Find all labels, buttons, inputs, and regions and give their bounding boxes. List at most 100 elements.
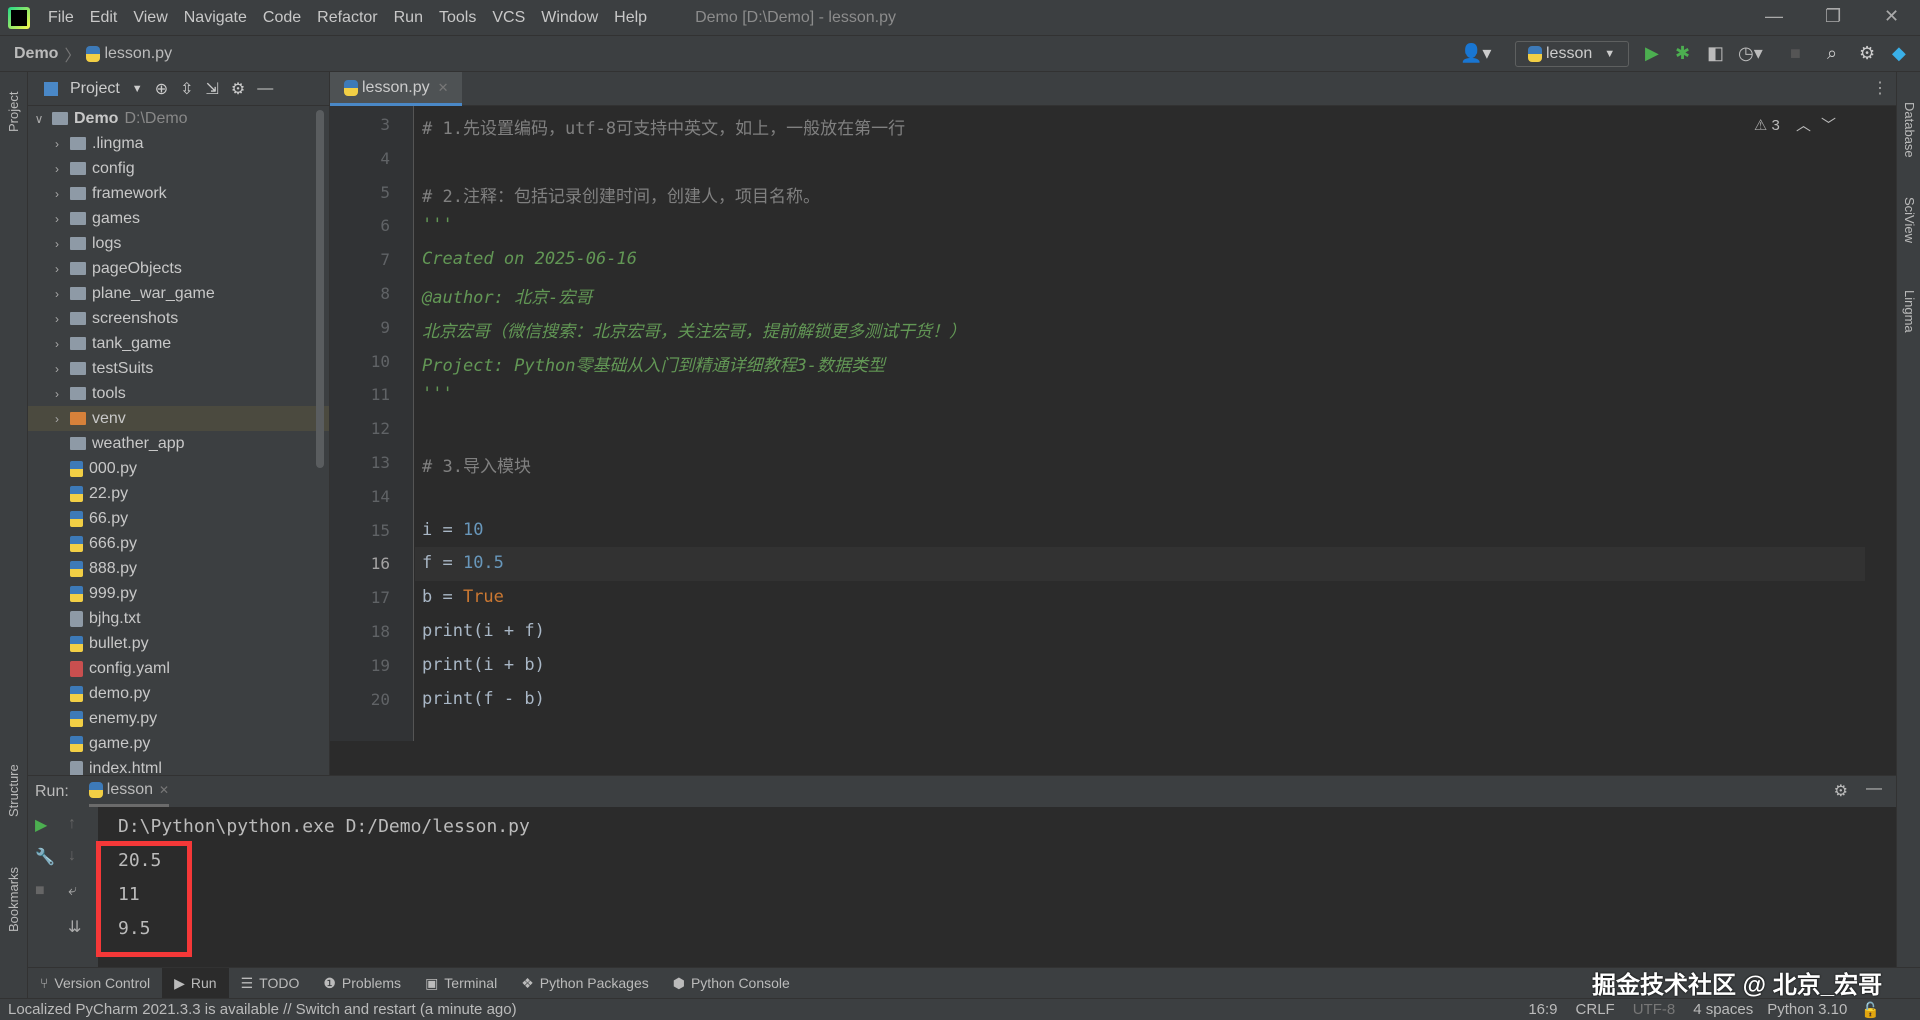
minimize-button[interactable]: — (1765, 6, 1783, 27)
chevron-right-icon[interactable]: › (50, 187, 64, 201)
user-icon[interactable]: 👤▾ (1460, 43, 1491, 64)
sciview-tool-button[interactable]: SciView (1902, 197, 1917, 243)
breadcrumb-file[interactable]: lesson.py (104, 45, 172, 63)
tool-todo[interactable]: ☰ TODO (229, 968, 312, 999)
stop-icon[interactable]: ■ (35, 882, 45, 900)
chevron-right-icon[interactable]: › (50, 162, 64, 176)
project-view-select[interactable]: Project (70, 80, 120, 98)
chevron-right-icon[interactable]: › (50, 387, 64, 401)
chevron-right-icon[interactable]: › (50, 337, 64, 351)
debug-icon[interactable]: ✱ (1675, 43, 1690, 64)
tree-item[interactable]: › games (28, 206, 329, 231)
tool-python-console[interactable]: ⬢ Python Console (661, 968, 802, 999)
menu-refactor[interactable]: Refactor (317, 9, 377, 27)
menu-tools[interactable]: Tools (439, 9, 476, 27)
tree-item[interactable]: › .lingma (28, 131, 329, 156)
tree-item[interactable]: › testSuits (28, 356, 329, 381)
menu-run[interactable]: Run (394, 9, 423, 27)
hide-icon[interactable]: — (1866, 780, 1882, 798)
close-run-tab-icon[interactable]: ✕ (159, 783, 169, 797)
wrench-icon[interactable]: 🔧 (35, 847, 55, 867)
tree-item[interactable]: 66.py (28, 506, 329, 531)
close-button[interactable]: ✕ (1884, 6, 1899, 27)
tree-item[interactable]: game.py (28, 731, 329, 756)
tree-item[interactable]: 000.py (28, 456, 329, 481)
bookmarks-tool-button[interactable]: Bookmarks (6, 867, 21, 932)
tree-item[interactable]: demo.py (28, 681, 329, 706)
chevron-right-icon[interactable]: › (50, 212, 64, 226)
file-encoding[interactable]: UTF-8 (1633, 1001, 1676, 1018)
coverage-icon[interactable]: ◧ (1707, 43, 1724, 64)
collapse-all-icon[interactable]: ⇲ (206, 79, 219, 99)
tree-item[interactable]: config.yaml (28, 656, 329, 681)
run-icon[interactable]: ▶ (1645, 43, 1659, 64)
soft-wrap-icon[interactable]: ⤶ (68, 882, 77, 900)
close-tab-icon[interactable]: ✕ (438, 80, 449, 96)
inspection-widget[interactable]: ⚠ 3 ︿ ﹀ (1754, 114, 1836, 135)
chevron-right-icon[interactable]: › (50, 312, 64, 326)
tree-item[interactable]: weather_app (28, 431, 329, 456)
stop-icon[interactable]: ■ (1790, 43, 1801, 64)
status-message[interactable]: Localized PyCharm 2021.3.3 is available … (8, 1001, 517, 1018)
tree-item[interactable]: › venv (28, 406, 329, 431)
chevron-right-icon[interactable]: › (50, 287, 64, 301)
gear-icon[interactable]: ⚙ (231, 79, 245, 99)
menu-edit[interactable]: Edit (90, 9, 118, 27)
tab-lesson-py[interactable]: lesson.py ✕ (330, 72, 462, 106)
tool-version-control[interactable]: ⑂ Version Control (28, 968, 162, 999)
scroll-to-end-icon[interactable]: ⇊ (68, 917, 81, 937)
chevron-right-icon[interactable]: › (50, 137, 64, 151)
search-icon[interactable]: ⌕ (1827, 43, 1837, 64)
tree-item[interactable]: › pageObjects (28, 256, 329, 281)
lingma-icon[interactable]: ◆ (1892, 43, 1906, 64)
tool-problems[interactable]: ❶ Problems (311, 968, 413, 999)
chevron-right-icon[interactable]: › (50, 362, 64, 376)
tree-item[interactable]: › config (28, 156, 329, 181)
chevron-right-icon[interactable]: › (50, 262, 64, 276)
tree-item[interactable]: › plane_war_game (28, 281, 329, 306)
code-editor[interactable]: 3 4 5 6 7 8 9 10 11 12 13 14 15 16 17 18 19 20 # 1.先设置编码，… (330, 106, 1896, 775)
chevron-right-icon[interactable]: › (50, 237, 64, 251)
tool-terminal[interactable]: ▣ Terminal (413, 968, 509, 999)
gear-icon[interactable]: ⚙ (1834, 781, 1848, 801)
menu-navigate[interactable]: Navigate (184, 9, 247, 27)
menu-help[interactable]: Help (614, 9, 647, 27)
gear-icon[interactable]: ⚙ (1859, 43, 1875, 64)
menu-view[interactable]: View (133, 9, 167, 27)
expand-all-icon[interactable]: ⇳ (180, 79, 193, 99)
tree-item[interactable]: bjhg.txt (28, 606, 329, 631)
indent-setting[interactable]: 4 spaces (1693, 1001, 1753, 1018)
menu-code[interactable]: Code (263, 9, 301, 27)
run-tab-lesson[interactable]: lesson ✕ (88, 776, 170, 807)
tree-item[interactable]: bullet.py (28, 631, 329, 656)
tree-item[interactable]: › logs (28, 231, 329, 256)
tree-item[interactable]: › tools (28, 381, 329, 406)
more-icon[interactable]: ⋮ (1872, 78, 1888, 98)
database-tool-button[interactable]: Database (1902, 102, 1917, 158)
tree-item[interactable]: › tank_game (28, 331, 329, 356)
restore-button[interactable]: ❐ (1825, 6, 1841, 27)
lock-icon[interactable]: 🔓 (1861, 1001, 1880, 1019)
rerun-icon[interactable]: ▶ (35, 815, 47, 835)
locate-icon[interactable]: ⊕ (155, 79, 168, 99)
tree-item[interactable]: 666.py (28, 531, 329, 556)
menu-vcs[interactable]: VCS (492, 9, 525, 27)
tree-item[interactable]: › framework (28, 181, 329, 206)
line-separator[interactable]: CRLF (1576, 1001, 1615, 1018)
breadcrumb-project[interactable]: Demo (14, 45, 58, 63)
structure-tool-button[interactable]: Structure (6, 764, 21, 817)
tree-item[interactable]: 22.py (28, 481, 329, 506)
menu-file[interactable]: File (48, 9, 74, 27)
hide-icon[interactable]: — (257, 80, 273, 98)
up-icon[interactable]: ↑ (68, 815, 76, 833)
tree-item[interactable]: 999.py (28, 581, 329, 606)
tree-item[interactable]: › screenshots (28, 306, 329, 331)
chevron-right-icon[interactable]: › (50, 412, 64, 426)
caret-position[interactable]: 16:9 (1528, 1001, 1557, 1018)
tree-root[interactable]: ∨ Demo D:\Demo (28, 106, 329, 131)
tree-item[interactable]: enemy.py (28, 706, 329, 731)
interpreter[interactable]: Python 3.10 (1767, 1001, 1847, 1018)
down-icon[interactable]: ↓ (68, 847, 76, 865)
menu-window[interactable]: Window (541, 9, 598, 27)
profile-icon[interactable]: ◷▾ (1738, 43, 1763, 64)
